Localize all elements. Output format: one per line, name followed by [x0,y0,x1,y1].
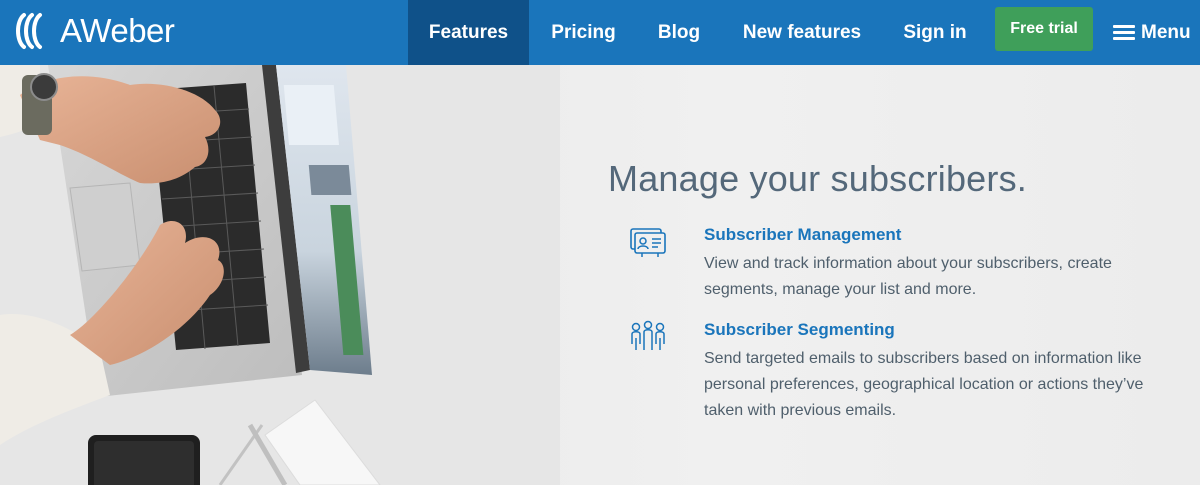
feature-title-subscriber-management[interactable]: Subscriber Management [704,225,901,245]
aweber-waves-icon [16,13,42,49]
nav-features[interactable]: Features [408,0,529,65]
people-group-icon [631,320,665,350]
laptop-photo [0,65,560,485]
brand-name: AWeber [60,12,175,49]
nav-pricing[interactable]: Pricing [540,0,627,65]
feature-desc-subscriber-management: View and track information about your su… [704,255,1112,298]
hamburger-icon [1113,25,1135,40]
menu-button[interactable]: Menu [1113,0,1191,65]
brand-logo[interactable]: AWeber [14,11,175,51]
feature-title-subscriber-segmenting[interactable]: Subscriber Segmenting [704,320,895,340]
nav-new-features[interactable]: New features [730,0,874,65]
free-trial-button[interactable]: Free trial [995,7,1093,51]
top-nav: AWeber Features Pricing Blog New feature… [0,0,1200,65]
subscriber-card-icon [630,228,666,257]
feature-desc-subscriber-segmenting: Send targeted emails to subscribers base… [704,350,1144,419]
nav-sign-in[interactable]: Sign in [892,0,978,65]
menu-label: Menu [1141,21,1191,43]
nav-blog[interactable]: Blog [648,0,710,65]
hero-headline: Manage your subscribers. [608,158,1027,199]
